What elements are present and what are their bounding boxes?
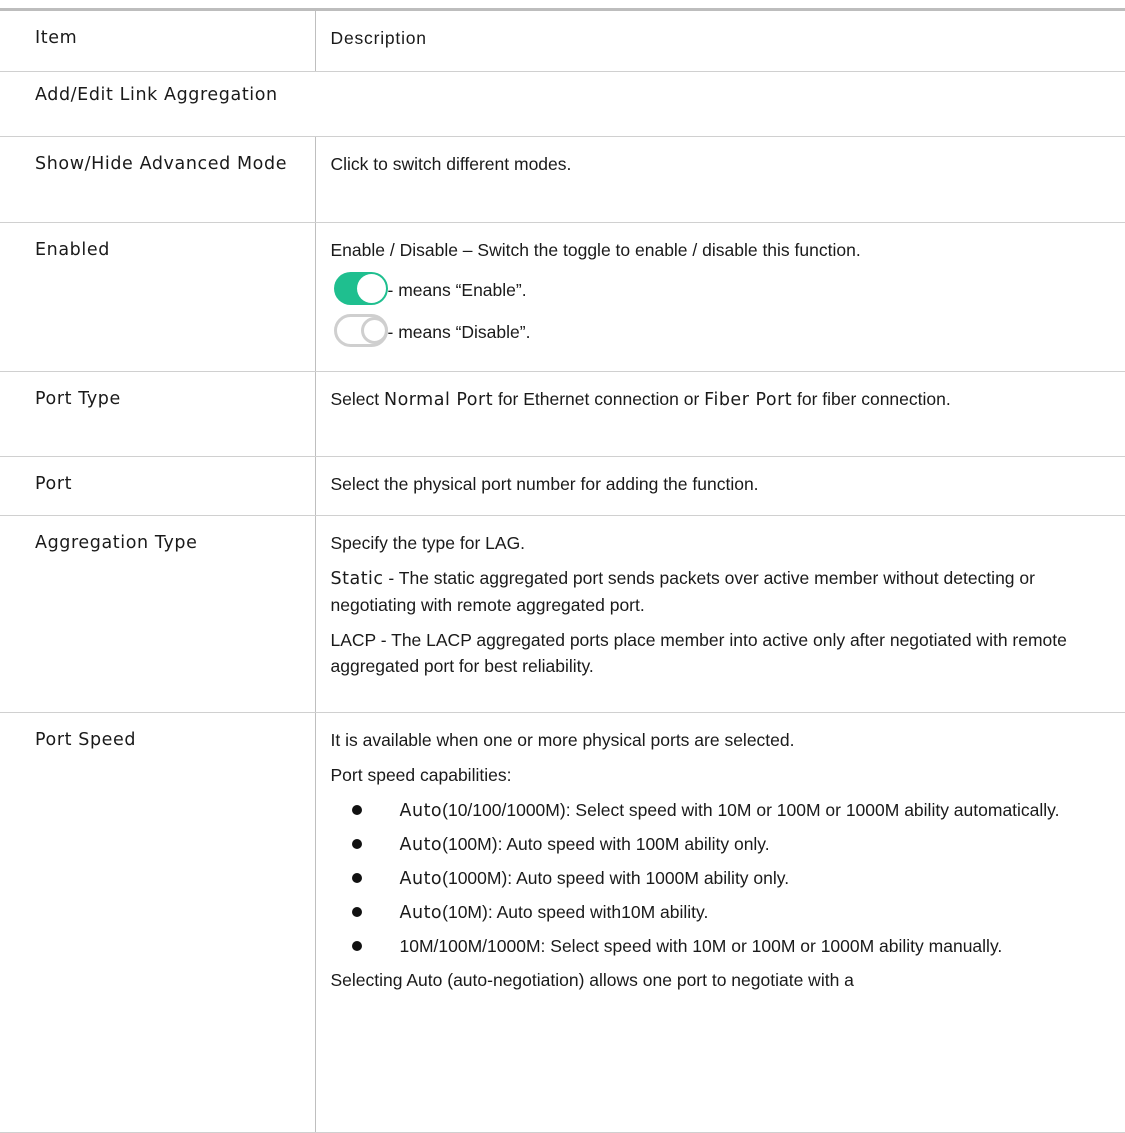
bullet-text: 10M/100M/1000M: Select speed with 10M or… (399, 936, 1003, 956)
auto-keyword: Auto (399, 869, 443, 889)
agg-type-intro: Specify the type for LAG. (330, 533, 526, 553)
toggle-on-example: - means “Enable”. (331, 265, 1110, 305)
table-row: Enabled Enable / Disable – Switch the to… (0, 222, 1125, 372)
list-item: 10M/100M/1000M: Select speed with 10M or… (331, 933, 1110, 960)
speed-bullet-list: Auto(10/100/1000M): Select speed with 10… (331, 797, 1110, 960)
description-table: Item Description Add/Edit Link Aggregati… (0, 11, 1125, 1133)
port-type-text-post: for fiber connection. (792, 389, 951, 409)
toggle-off-example: - means “Disable”. (331, 307, 1110, 347)
port-speed-capabilities: Port speed capabilities: (330, 765, 512, 785)
agg-type-lacp: LACP - The LACP aggregated ports place m… (330, 630, 1067, 676)
row-description: Click to switch different modes. (315, 136, 1125, 223)
row-item-label: Aggregation Type (0, 515, 316, 713)
list-item: Auto(1000M): Auto speed with 1000M abili… (331, 865, 1110, 892)
auto-keyword: Auto (399, 835, 443, 855)
table-row: Show/Hide Advanced Mode Click to switch … (0, 136, 1125, 223)
port-type-text-mid: for Ethernet connection or (493, 389, 705, 409)
bullet-icon (351, 873, 362, 883)
list-item: Auto(10/100/1000M): Select speed with 10… (331, 797, 1110, 824)
fiber-port-keyword: Fiber Port (704, 390, 793, 410)
port-speed-intro: It is available when one or more physica… (330, 730, 795, 750)
bullet-text: (100M): Auto speed with 100M ability onl… (442, 834, 770, 854)
table-row: Port Type Select Normal Port for Etherne… (0, 371, 1125, 457)
static-description: - The static aggregated port sends packe… (330, 568, 1035, 615)
bullet-icon (351, 907, 362, 917)
bullet-text: (10/100/1000M): Select speed with 10M or… (442, 800, 1060, 820)
toggle-off-icon (333, 314, 388, 347)
section-row: Add/Edit Link Aggregation (0, 71, 1125, 137)
row-description: Select Normal Port for Ethernet connecti… (315, 371, 1125, 457)
row-item-label: Enabled (0, 222, 316, 372)
section-title: Add/Edit Link Aggregation (0, 71, 1125, 137)
bullet-text: (10M): Auto speed with10M ability. (442, 902, 709, 922)
row-description: Select the physical port number for addi… (315, 456, 1125, 516)
row-description: Enable / Disable – Switch the toggle to … (315, 222, 1125, 372)
row-item-label: Show/Hide Advanced Mode (0, 136, 316, 223)
header-description: Description (315, 11, 1125, 72)
table-row: Port Speed It is available when one or m… (0, 712, 1125, 1133)
auto-keyword: Auto (399, 801, 443, 821)
table-row: Port Select the physical port number for… (0, 456, 1125, 516)
row-description: It is available when one or more physica… (315, 712, 1125, 1133)
bullet-text: (1000M): Auto speed with 1000M ability o… (442, 868, 790, 888)
bullet-icon (351, 805, 362, 815)
auto-keyword: Auto (399, 903, 443, 923)
table-row: Aggregation Type Specify the type for LA… (0, 515, 1125, 713)
port-type-text-pre: Select (330, 389, 384, 409)
normal-port-keyword: Normal Port (384, 390, 494, 410)
row-item-label: Port (0, 456, 316, 516)
bullet-icon (351, 839, 362, 849)
bullet-icon (351, 941, 362, 951)
list-item: Auto(100M): Auto speed with 100M ability… (331, 831, 1110, 858)
enabled-description: Enable / Disable – Switch the toggle to … (330, 240, 861, 260)
static-keyword: Static (330, 569, 384, 589)
header-item: Item (0, 11, 316, 72)
list-item: Auto(10M): Auto speed with10M ability. (331, 899, 1110, 926)
toggle-on-icon (333, 272, 388, 305)
table-header-row: Item Description (0, 11, 1125, 72)
row-description: Specify the type for LAG. Static - The s… (315, 515, 1125, 713)
toggle-off-caption: - means “Disable”. (387, 322, 531, 342)
agg-type-static: Static - The static aggregated port send… (331, 565, 1110, 618)
row-item-label: Port Speed (0, 712, 316, 1133)
row-item-label: Port Type (0, 371, 316, 457)
port-speed-auto-note: Selecting Auto (auto-negotiation) allows… (330, 970, 854, 990)
toggle-on-caption: - means “Enable”. (387, 280, 527, 300)
